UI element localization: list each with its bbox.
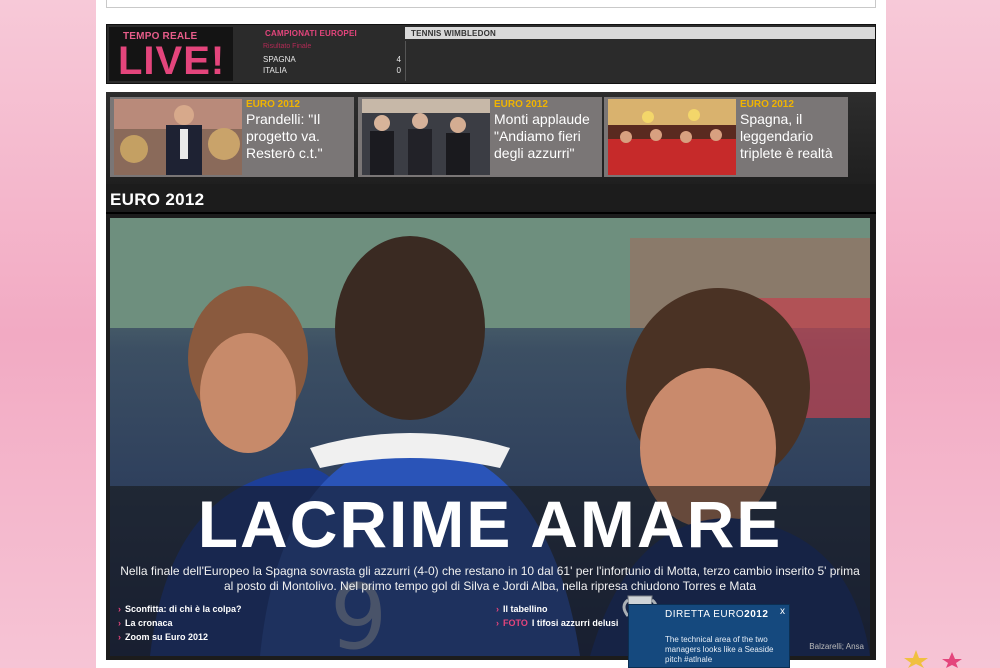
link-cronaca[interactable]: › La cronaca (118, 616, 242, 630)
news-thumbnail[interactable] (114, 99, 242, 175)
news-strip: EURO 2012 Prandelli: "Il progetto va. Re… (106, 92, 876, 184)
score-panel[interactable]: Risultato Finale SPAGNA 4 ITALIA 0 (259, 41, 405, 81)
hero-image[interactable]: 9 LACRIME AMARE Nella finale dell'Europe… (110, 218, 870, 656)
live-logo-text: LIVE! (118, 39, 226, 83)
news-thumbnail[interactable] (362, 99, 490, 175)
news-headline[interactable]: Monti applaude "Andiamo fieri degli azzu… (494, 111, 600, 162)
news-item[interactable]: EURO 2012 Monti applaude "Andiamo fieri … (358, 97, 602, 177)
related-links-left: › Sconfitta: di chi è la colpa? › La crona… (118, 602, 242, 644)
news-tag: EURO 2012 (246, 99, 300, 110)
star-icon (904, 650, 962, 668)
close-icon[interactable]: x (780, 606, 785, 617)
match-status: Risultato Finale (263, 43, 312, 50)
diretta-title: DIRETTA EURO2012 (665, 609, 769, 620)
diretta-tweet: The technical area of the two managers l… (665, 635, 774, 664)
news-tag: EURO 2012 (494, 99, 548, 110)
link-foto-tifosi[interactable]: › FOTO I tifosi azzurri delusi (496, 616, 618, 630)
tab-campionati-europei[interactable]: CAMPIONATI EUROPEI (259, 27, 405, 39)
link-tabellino[interactable]: › Il tabellino (496, 602, 618, 616)
hero-headline[interactable]: LACRIME AMARE (110, 486, 870, 562)
section-title: EURO 2012 (110, 190, 205, 209)
prandelli-photo (114, 99, 242, 175)
news-tag: EURO 2012 (740, 99, 794, 110)
news-headline[interactable]: Spagna, il leggendario triplete è realtà (740, 111, 846, 162)
link-zoom-euro[interactable]: › Zoom su Euro 2012 (118, 630, 242, 644)
score-row-italia: ITALIA 0 (263, 66, 401, 75)
page-content: TEMPO REALE LIVE! CAMPIONATI EUROPEI TEN… (96, 0, 886, 668)
live-logo[interactable]: TEMPO REALE LIVE! (109, 27, 233, 81)
spagna-celebration-photo (608, 99, 736, 175)
team-name: ITALIA (263, 66, 287, 75)
news-item[interactable]: EURO 2012 Prandelli: "Il progetto va. Re… (110, 97, 354, 177)
score-row-spagna: SPAGNA 4 (263, 55, 401, 64)
news-item[interactable]: EURO 2012 Spagna, il leggendario triplet… (604, 97, 848, 177)
live-score-bar: TEMPO REALE LIVE! CAMPIONATI EUROPEI TEN… (106, 24, 876, 84)
link-sconfitta[interactable]: › Sconfitta: di chi è la colpa? (118, 602, 242, 616)
search-input[interactable] (106, 0, 876, 8)
news-headline[interactable]: Prandelli: "Il progetto va. Resterò c.t.… (246, 111, 352, 162)
divider (405, 41, 406, 81)
photo-credit: Balzarelli; Ansa (809, 642, 864, 651)
euro-news-section: EURO 2012 Prandelli: "Il progetto va. Re… (106, 92, 876, 660)
team-name: SPAGNA (263, 55, 296, 64)
hero-description: Nella finale dell'Europeo la Spagna sovr… (120, 564, 860, 593)
tab-tennis-wimbledon[interactable]: TENNIS WIMBLEDON (405, 27, 875, 39)
news-thumbnail[interactable] (608, 99, 736, 175)
team-score: 0 (396, 66, 401, 75)
related-links-right: › Il tabellino › FOTO I tifosi azzurri delu… (496, 602, 618, 630)
team-score: 4 (396, 55, 401, 64)
diretta-euro-popup[interactable]: DIRETTA EURO2012 x The technical area of… (628, 604, 790, 668)
divider (106, 212, 876, 214)
monti-photo (362, 99, 490, 175)
